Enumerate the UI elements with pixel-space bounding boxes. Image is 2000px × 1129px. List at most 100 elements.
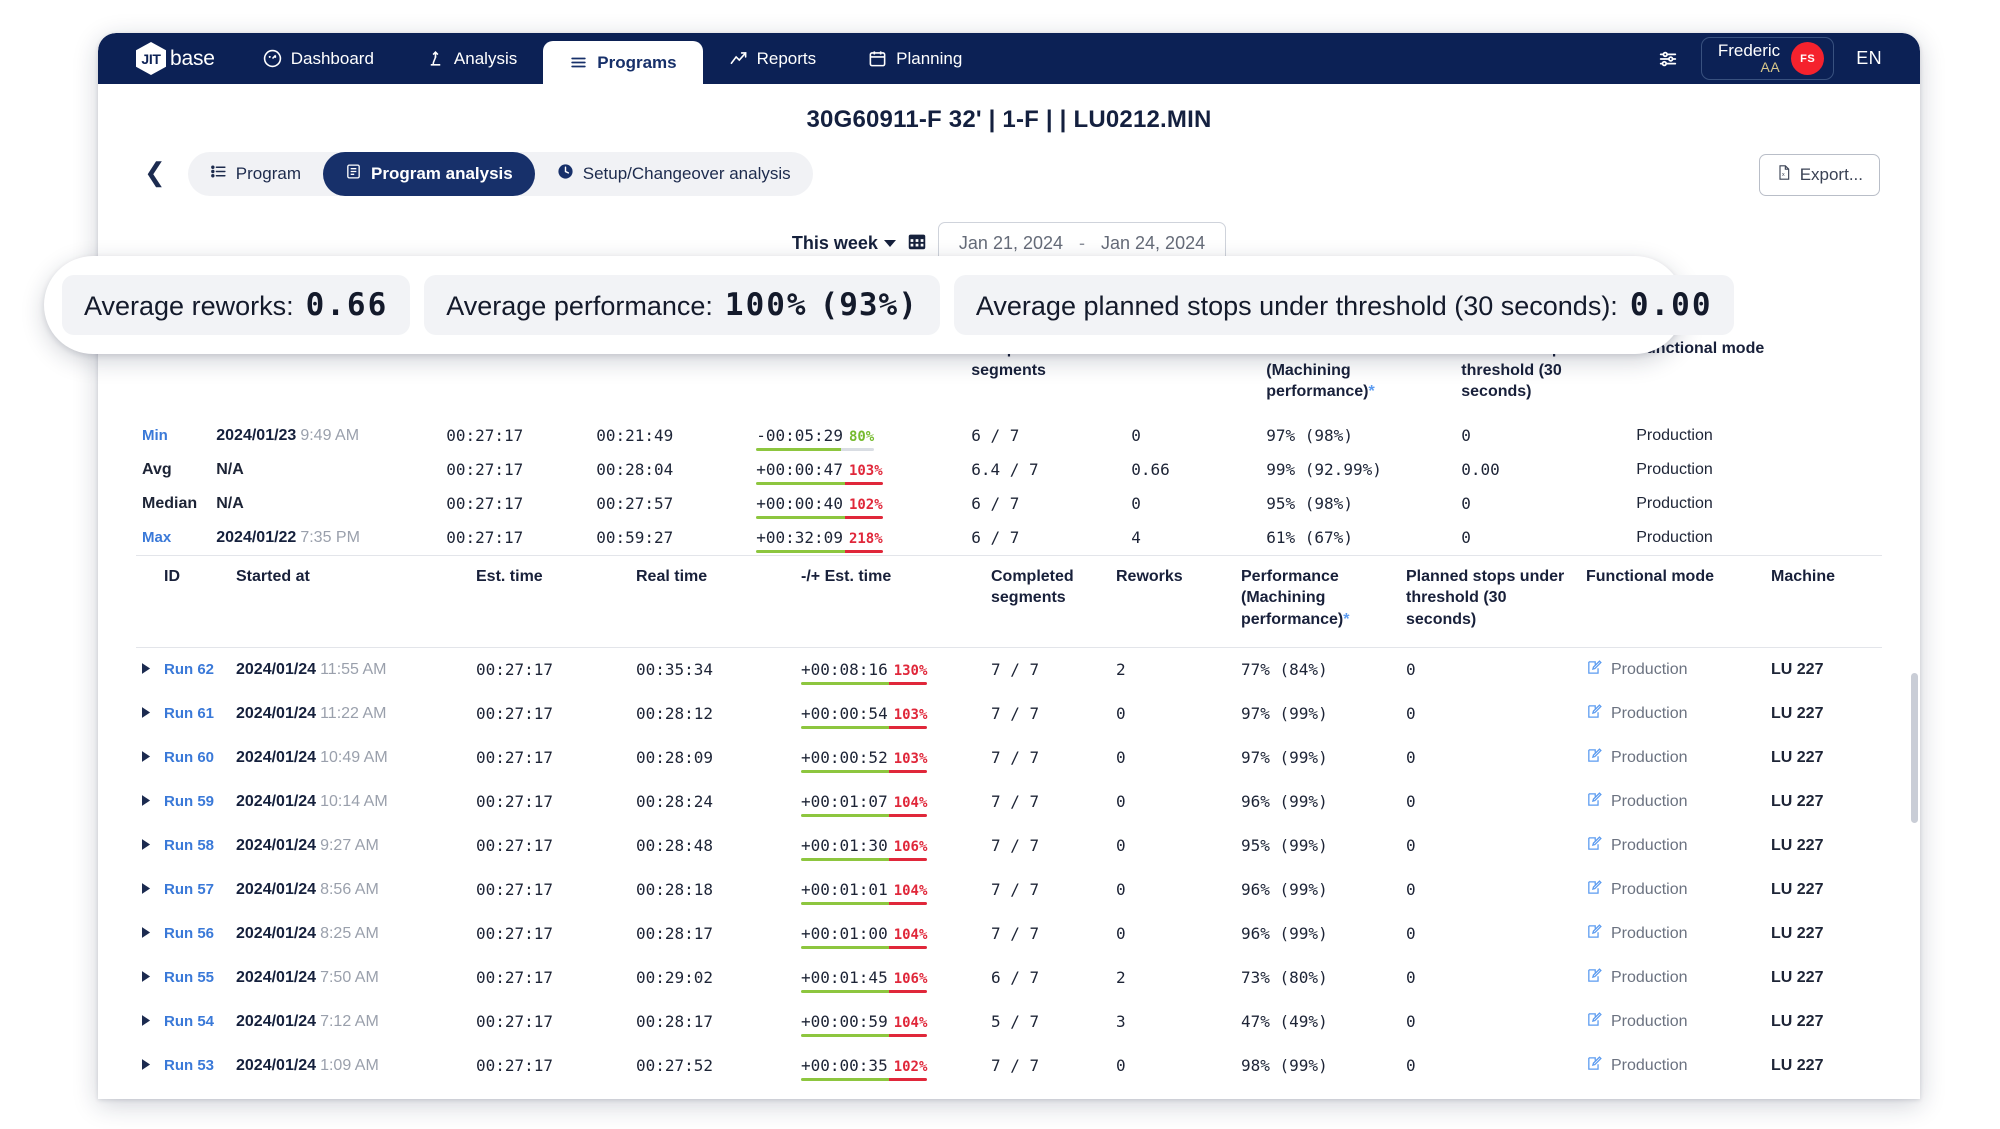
run-id[interactable]: Run 53 bbox=[158, 1044, 230, 1088]
stat-completed-segments: 6 / 7 bbox=[971, 494, 1020, 514]
sliders-icon[interactable] bbox=[1635, 48, 1701, 70]
row-expand-toggle[interactable] bbox=[136, 868, 158, 912]
row-expand-toggle[interactable] bbox=[136, 1000, 158, 1044]
th-run-real-time[interactable]: Real time bbox=[630, 556, 795, 647]
avatar[interactable]: FS bbox=[1791, 42, 1825, 75]
run-row[interactable]: Run 55 2024/01/24 7:50 AM 00:27:17 00:29:02 +… bbox=[136, 956, 1882, 1000]
th-run-est-time[interactable]: Est. time bbox=[470, 556, 630, 647]
run-functional-mode[interactable]: Production bbox=[1580, 780, 1765, 824]
run-id[interactable]: Run 57 bbox=[158, 868, 230, 912]
callout-average-reworks: Average reworks: 0.66 bbox=[62, 275, 411, 335]
edit-pencil-icon[interactable] bbox=[1586, 747, 1603, 769]
run-machine: LU 227 bbox=[1771, 660, 1824, 678]
run-row[interactable]: Run 61 2024/01/24 11:22 AM 00:27:17 00:28:12… bbox=[136, 692, 1882, 736]
tab-setup-changeover-analysis[interactable]: Setup/Changeover analysis bbox=[535, 152, 813, 196]
edit-pencil-icon[interactable] bbox=[1586, 835, 1603, 857]
edit-pencil-icon[interactable] bbox=[1586, 703, 1603, 725]
row-expand-toggle[interactable] bbox=[136, 692, 158, 736]
nav-item-dashboard[interactable]: Dashboard bbox=[237, 33, 400, 84]
run-id[interactable]: Run 59 bbox=[158, 780, 230, 824]
run-row[interactable]: Run 57 2024/01/24 8:56 AM 00:27:17 00:28:18 +… bbox=[136, 868, 1882, 912]
run-id[interactable]: Run 58 bbox=[158, 824, 230, 868]
analysis-tab-group: Program Program analysis Setup/Changeove… bbox=[187, 152, 813, 196]
th-run-planned-stops[interactable]: Planned stops under threshold (30 second… bbox=[1400, 556, 1580, 647]
run-id[interactable]: Run 56 bbox=[158, 912, 230, 956]
callout-reworks-value: 0.66 bbox=[305, 287, 389, 323]
date-preset-dropdown[interactable]: This week bbox=[792, 233, 896, 254]
th-run-functional-mode[interactable]: Functional mode bbox=[1580, 556, 1765, 647]
edit-pencil-icon[interactable] bbox=[1586, 967, 1603, 989]
run-id[interactable]: Run 54 bbox=[158, 1000, 230, 1044]
run-id[interactable]: Run 62 bbox=[158, 647, 230, 692]
stat-real-time: 00:21:49 bbox=[596, 426, 674, 446]
run-functional-mode[interactable]: Production bbox=[1580, 824, 1765, 868]
run-id[interactable]: Run 55 bbox=[158, 956, 230, 1000]
run-row[interactable]: Run 53 2024/01/24 1:09 AM 00:27:17 00:27:52 +… bbox=[136, 1044, 1882, 1088]
vertical-scrollbar[interactable] bbox=[1911, 673, 1918, 823]
edit-pencil-icon[interactable] bbox=[1586, 659, 1603, 681]
run-row[interactable]: Run 522024/01/2412:28 AM00:27:1700:31:33… bbox=[136, 1088, 1882, 1099]
run-functional-mode-label: Production bbox=[1611, 748, 1688, 766]
dashboard-icon bbox=[263, 49, 282, 68]
stat-label[interactable]: Max bbox=[136, 521, 210, 556]
run-planned-stops: 0 bbox=[1406, 836, 1416, 856]
run-row[interactable]: Run 60 2024/01/24 10:49 AM 00:27:17 00:28:09… bbox=[136, 736, 1882, 780]
tab-program-analysis[interactable]: Program analysis bbox=[322, 152, 535, 196]
run-id[interactable]: Run 60 bbox=[158, 736, 230, 780]
calendar-icon[interactable] bbox=[906, 230, 928, 257]
nav-item-planning[interactable]: Planning bbox=[842, 33, 988, 84]
row-expand-toggle[interactable] bbox=[136, 1044, 158, 1088]
th-run-completed-segments[interactable]: Completed segments bbox=[985, 556, 1110, 647]
run-functional-mode[interactable]: Production bbox=[1580, 868, 1765, 912]
run-row[interactable]: Run 62 2024/01/24 11:55 AM 00:27:17 00:35:34… bbox=[136, 647, 1882, 692]
row-expand-toggle[interactable] bbox=[136, 780, 158, 824]
th-run-delta-est-time[interactable]: -/+ Est. time bbox=[795, 556, 985, 647]
run-functional-mode[interactable]: Production bbox=[1580, 647, 1765, 692]
nav-item-programs[interactable]: Programs bbox=[543, 41, 703, 84]
row-expand-toggle[interactable] bbox=[136, 912, 158, 956]
row-expand-toggle[interactable] bbox=[136, 647, 158, 692]
user-names: Frederic AA bbox=[1718, 41, 1780, 75]
edit-pencil-icon[interactable] bbox=[1586, 1011, 1603, 1033]
row-expand-toggle[interactable] bbox=[136, 824, 158, 868]
run-functional-mode[interactable]: Production bbox=[1580, 912, 1765, 956]
run-functional-mode[interactable]: Production bbox=[1580, 956, 1765, 1000]
export-button[interactable]: x Export... bbox=[1758, 154, 1880, 196]
stat-label[interactable]: Min bbox=[136, 419, 210, 453]
brand-logo[interactable]: JIT base bbox=[98, 33, 237, 84]
edit-pencil-icon[interactable] bbox=[1586, 879, 1603, 901]
tab-program[interactable]: Program bbox=[188, 152, 323, 196]
run-id[interactable]: Run 61 bbox=[158, 692, 230, 736]
th-run-reworks[interactable]: Reworks bbox=[1110, 556, 1235, 647]
chevron-left-icon[interactable]: ❮ bbox=[136, 159, 188, 189]
edit-pencil-icon[interactable] bbox=[1586, 1055, 1603, 1077]
edit-pencil-icon[interactable] bbox=[1586, 923, 1603, 945]
nav-item-analysis[interactable]: Analysis bbox=[400, 33, 543, 84]
nav-item-reports[interactable]: Reports bbox=[703, 33, 843, 84]
run-id[interactable]: Run 52 bbox=[158, 1088, 230, 1099]
row-expand-toggle[interactable] bbox=[136, 1088, 158, 1099]
th-run-performance[interactable]: Performance (Machining performance)* bbox=[1235, 556, 1400, 647]
run-functional-mode[interactable]: Production bbox=[1580, 692, 1765, 736]
run-row[interactable]: Run 56 2024/01/24 8:25 AM 00:27:17 00:28:17 +… bbox=[136, 912, 1882, 956]
th-run-machine[interactable]: Machine bbox=[1765, 556, 1882, 647]
run-row[interactable]: Run 59 2024/01/24 10:14 AM 00:27:17 00:28:24… bbox=[136, 780, 1882, 824]
th-run-started-at[interactable]: Started at bbox=[230, 556, 470, 647]
run-row[interactable]: Run 54 2024/01/24 7:12 AM 00:27:17 00:28:17 +… bbox=[136, 1000, 1882, 1044]
stat-functional-mode: Production bbox=[1636, 426, 1713, 444]
user-menu[interactable]: Frederic AA FS bbox=[1700, 36, 1835, 81]
statistics-row: Avg N/A 00:27:17 00:28:04 +00:00:47 103% 6.4 /… bbox=[136, 453, 1882, 487]
run-reworks: 3 bbox=[1116, 1012, 1126, 1032]
run-functional-mode[interactable]: Production bbox=[1580, 1044, 1765, 1088]
brand-mark-text: JIT bbox=[141, 50, 161, 67]
run-functional-mode[interactable]: Production bbox=[1580, 736, 1765, 780]
th-functional-mode[interactable]: Functional mode bbox=[1630, 328, 1882, 419]
edit-pencil-icon[interactable] bbox=[1586, 791, 1603, 813]
language-selector[interactable]: EN bbox=[1844, 48, 1896, 69]
run-row[interactable]: Run 58 2024/01/24 9:27 AM 00:27:17 00:28:48 +… bbox=[136, 824, 1882, 868]
run-functional-mode[interactable]: Production bbox=[1580, 1000, 1765, 1044]
th-run-id[interactable]: ID bbox=[158, 556, 230, 647]
row-expand-toggle[interactable] bbox=[136, 956, 158, 1000]
row-expand-toggle[interactable] bbox=[136, 736, 158, 780]
run-functional-mode[interactable]: Production bbox=[1580, 1088, 1765, 1099]
